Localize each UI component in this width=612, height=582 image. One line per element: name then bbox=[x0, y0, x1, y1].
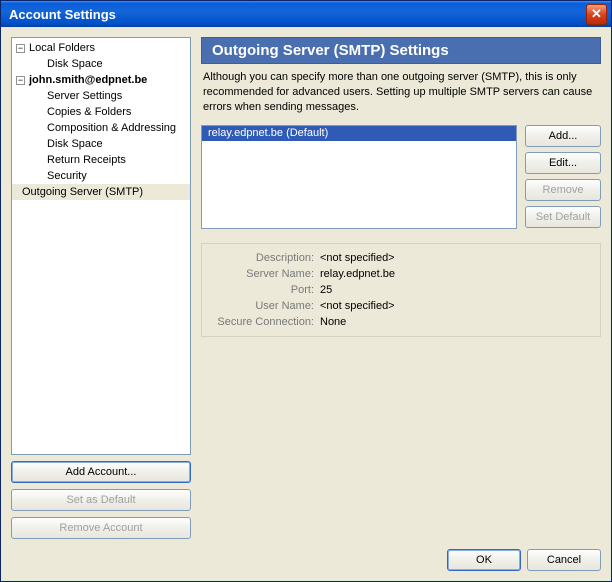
tree-item-outgoing-smtp[interactable]: Outgoing Server (SMTP) bbox=[12, 184, 190, 200]
edit-server-button[interactable]: Edit... bbox=[525, 152, 601, 174]
detail-description: Description: <not specified> bbox=[210, 250, 592, 266]
close-icon: ✕ bbox=[591, 6, 602, 22]
tree-label: Outgoing Server (SMTP) bbox=[22, 186, 143, 198]
tree-item-security[interactable]: Security bbox=[12, 168, 190, 184]
remove-account-button: Remove Account bbox=[11, 517, 191, 539]
remove-server-button: Remove bbox=[525, 179, 601, 201]
titlebar[interactable]: Account Settings ✕ bbox=[1, 1, 611, 27]
smtp-server-list[interactable]: relay.edpnet.be (Default) bbox=[201, 125, 517, 229]
tree-item-disk-space-2[interactable]: Disk Space bbox=[12, 136, 190, 152]
detail-value: None bbox=[320, 316, 346, 328]
tree-label: Server Settings bbox=[47, 90, 122, 102]
server-action-buttons: Add... Edit... Remove Set Default bbox=[525, 125, 601, 229]
dialog-footer: OK Cancel bbox=[11, 539, 601, 571]
detail-label: Secure Connection: bbox=[210, 316, 320, 328]
tree-label: Copies & Folders bbox=[47, 106, 131, 118]
right-panel: Outgoing Server (SMTP) Settings Although… bbox=[201, 37, 601, 539]
panel-description: Although you can specify more than one o… bbox=[203, 70, 599, 115]
tree-item-return-receipts[interactable]: Return Receipts bbox=[12, 152, 190, 168]
detail-value: <not specified> bbox=[320, 252, 395, 264]
tree-label: john.smith@edpnet.be bbox=[29, 74, 147, 86]
detail-secure-connection: Secure Connection: None bbox=[210, 314, 592, 330]
collapse-icon[interactable]: − bbox=[16, 76, 25, 85]
detail-label: Description: bbox=[210, 252, 320, 264]
set-default-server-button: Set Default bbox=[525, 206, 601, 228]
set-as-default-button: Set as Default bbox=[11, 489, 191, 511]
collapse-icon[interactable]: − bbox=[16, 44, 25, 53]
accounts-tree[interactable]: − Local Folders Disk Space − john.smith@… bbox=[11, 37, 191, 455]
detail-value: relay.edpnet.be bbox=[320, 268, 395, 280]
detail-label: User Name: bbox=[210, 300, 320, 312]
window-title: Account Settings bbox=[9, 7, 586, 22]
detail-label: Server Name: bbox=[210, 268, 320, 280]
tree-item-disk-space[interactable]: Disk Space bbox=[12, 56, 190, 72]
client-area: − Local Folders Disk Space − john.smith@… bbox=[1, 27, 611, 581]
tree-label: Composition & Addressing bbox=[47, 122, 176, 134]
detail-value: <not specified> bbox=[320, 300, 395, 312]
smtp-server-item[interactable]: relay.edpnet.be (Default) bbox=[202, 126, 516, 141]
server-row: relay.edpnet.be (Default) Add... Edit...… bbox=[201, 125, 601, 229]
add-server-button[interactable]: Add... bbox=[525, 125, 601, 147]
tree-item-copies-folders[interactable]: Copies & Folders bbox=[12, 104, 190, 120]
main-area: − Local Folders Disk Space − john.smith@… bbox=[11, 37, 601, 539]
tree-item-account[interactable]: − john.smith@edpnet.be bbox=[12, 72, 190, 88]
detail-value: 25 bbox=[320, 284, 332, 296]
close-button[interactable]: ✕ bbox=[586, 4, 607, 25]
tree-label: Disk Space bbox=[47, 138, 103, 150]
tree-item-server-settings[interactable]: Server Settings bbox=[12, 88, 190, 104]
tree-label: Return Receipts bbox=[47, 154, 126, 166]
account-buttons: Add Account... Set as Default Remove Acc… bbox=[11, 461, 191, 539]
tree-item-composition[interactable]: Composition & Addressing bbox=[12, 120, 190, 136]
detail-user-name: User Name: <not specified> bbox=[210, 298, 592, 314]
tree-label: Security bbox=[47, 170, 87, 182]
detail-label: Port: bbox=[210, 284, 320, 296]
cancel-button[interactable]: Cancel bbox=[527, 549, 601, 571]
server-details: Description: <not specified> Server Name… bbox=[201, 243, 601, 337]
tree-label: Local Folders bbox=[29, 42, 95, 54]
tree-label: Disk Space bbox=[47, 58, 103, 70]
detail-server-name: Server Name: relay.edpnet.be bbox=[210, 266, 592, 282]
panel-header: Outgoing Server (SMTP) Settings bbox=[201, 37, 601, 64]
tree-item-local-folders[interactable]: − Local Folders bbox=[12, 40, 190, 56]
detail-port: Port: 25 bbox=[210, 282, 592, 298]
ok-button[interactable]: OK bbox=[447, 549, 521, 571]
account-settings-window: Account Settings ✕ − Local Folders Disk … bbox=[0, 0, 612, 582]
add-account-button[interactable]: Add Account... bbox=[11, 461, 191, 483]
left-panel: − Local Folders Disk Space − john.smith@… bbox=[11, 37, 191, 539]
